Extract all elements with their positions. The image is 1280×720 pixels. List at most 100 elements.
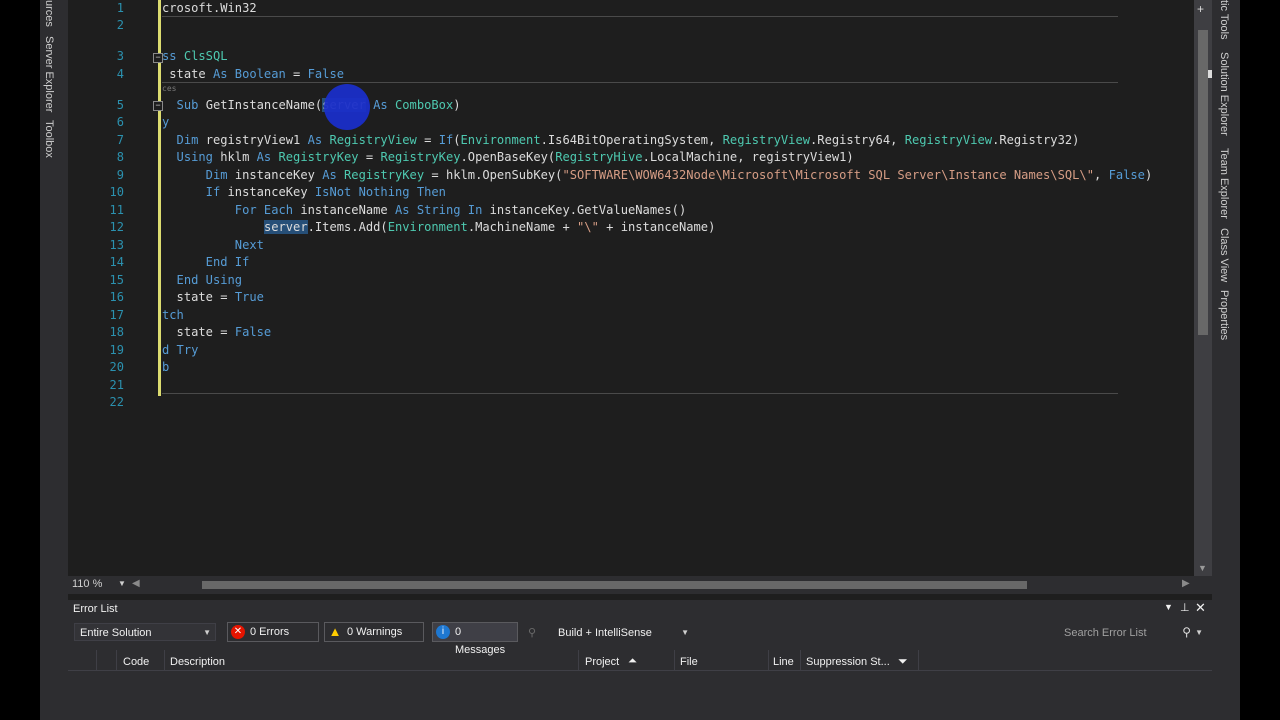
tab-toolbox[interactable]: Toolbox bbox=[43, 120, 55, 158]
line-number: 21 bbox=[109, 378, 124, 392]
code-line: ss ClsSQL bbox=[162, 49, 228, 63]
warnings-count: 0 Warnings bbox=[347, 626, 403, 638]
line-number: 22 bbox=[109, 395, 124, 409]
panel-menu-icon[interactable]: ▼ bbox=[1164, 602, 1173, 612]
info-icon: i bbox=[436, 625, 450, 639]
column-divider bbox=[578, 650, 579, 670]
column-code[interactable]: Code bbox=[123, 656, 149, 668]
column-line[interactable]: Line bbox=[773, 656, 794, 668]
code-line: server.Items.Add(Environment.MachineName… bbox=[263, 220, 716, 234]
sort-ascending-icon: ⏶ bbox=[628, 655, 637, 667]
column-project[interactable]: Project bbox=[585, 656, 619, 668]
visual-studio-window: urces Server Explorer Toolbox 1 2 3 4 5 … bbox=[40, 0, 1240, 720]
code-line: Using hklm As RegistryKey = RegistryKey.… bbox=[162, 150, 854, 164]
horizontal-scroll-thumb[interactable] bbox=[202, 581, 1027, 589]
scroll-down-icon[interactable]: ▼ bbox=[1198, 563, 1207, 573]
source-value: Build + IntelliSense bbox=[558, 627, 652, 639]
pin-icon[interactable]: ⊥ bbox=[1180, 601, 1190, 614]
code-line: For Each instanceName As String In insta… bbox=[162, 203, 687, 217]
scope-dropdown[interactable]: Entire Solution ▼ bbox=[74, 623, 216, 641]
column-divider bbox=[768, 650, 769, 670]
line-number: 20 bbox=[109, 360, 124, 374]
vertical-scroll-thumb[interactable] bbox=[1198, 30, 1208, 335]
search-placeholder: Search Error List bbox=[1064, 627, 1147, 639]
column-divider bbox=[674, 650, 675, 670]
code-line: tch bbox=[162, 308, 184, 322]
errors-filter-button[interactable]: ✕ 0 Errors bbox=[227, 622, 319, 642]
separator-line bbox=[162, 393, 1118, 394]
scroll-left-icon[interactable]: ◀ bbox=[132, 578, 140, 589]
line-number: 7 bbox=[116, 133, 124, 147]
code-line: crosoft.Win32 bbox=[162, 1, 257, 15]
column-suppression-state[interactable]: Suppression St... bbox=[806, 656, 890, 668]
tab-team-explorer[interactable]: Team Explorer bbox=[1218, 148, 1230, 219]
warnings-filter-button[interactable]: ▲ 0 Warnings bbox=[324, 622, 424, 642]
line-number: 4 bbox=[116, 67, 124, 81]
close-icon[interactable]: ✕ bbox=[1195, 600, 1206, 616]
code-line: Dim instanceKey As RegistryKey = hklm.Op… bbox=[162, 168, 1153, 182]
line-number: 11 bbox=[109, 203, 124, 217]
column-divider bbox=[164, 650, 165, 670]
tab-data-sources[interactable]: urces bbox=[43, 0, 55, 27]
column-description[interactable]: Description bbox=[170, 656, 225, 668]
chevron-down-icon: ▼ bbox=[681, 628, 689, 637]
line-number: 5 bbox=[116, 98, 124, 112]
source-dropdown[interactable]: Build + IntelliSense ▼ bbox=[552, 623, 694, 641]
code-line: state = False bbox=[162, 325, 272, 339]
code-line: d Try bbox=[162, 343, 199, 357]
vertical-scrollbar[interactable]: + ▼ bbox=[1194, 0, 1212, 576]
code-line: End Using bbox=[162, 273, 243, 287]
column-divider bbox=[800, 650, 801, 670]
line-number: 19 bbox=[109, 343, 124, 357]
separator-line bbox=[162, 16, 1118, 17]
line-number: 6 bbox=[116, 115, 124, 129]
column-file[interactable]: File bbox=[680, 656, 698, 668]
left-tool-strip: urces Server Explorer Toolbox bbox=[40, 0, 68, 720]
line-number: 14 bbox=[109, 255, 124, 269]
column-divider bbox=[116, 650, 117, 670]
line-number: 2 bbox=[116, 18, 124, 32]
line-number: 1 bbox=[116, 1, 124, 15]
column-divider bbox=[918, 650, 919, 670]
tab-server-explorer[interactable]: Server Explorer bbox=[43, 36, 55, 112]
warning-icon: ▲ bbox=[328, 624, 342, 639]
line-number: 12 bbox=[109, 220, 124, 234]
code-line: b bbox=[162, 360, 170, 374]
chevron-down-icon: ▼ bbox=[1195, 628, 1203, 637]
clear-filter-icon[interactable]: ⚲ bbox=[528, 626, 536, 639]
panel-title: Error List bbox=[73, 603, 118, 615]
code-line: Sub GetInstanceName(server As ComboBox) bbox=[162, 98, 461, 112]
error-list-panel: Error List ▼ ⊥ ✕ Entire Solution ▼ ✕ 0 E… bbox=[68, 600, 1212, 720]
line-number: 17 bbox=[109, 308, 124, 322]
editor-status-row: 110 % ▼ ◀ ▶ bbox=[68, 576, 1212, 594]
mouse-cursor-highlight bbox=[324, 84, 370, 130]
column-divider bbox=[96, 650, 97, 670]
code-line: Dim registryView1 As RegistryView = If(E… bbox=[162, 133, 1080, 147]
filter-icon[interactable]: ⏷ bbox=[898, 654, 908, 669]
zoom-level[interactable]: 110 % bbox=[72, 578, 102, 590]
line-number: 9 bbox=[116, 168, 124, 182]
scope-value: Entire Solution bbox=[80, 627, 152, 639]
line-number: 10 bbox=[109, 185, 124, 199]
split-add-icon[interactable]: + bbox=[1197, 2, 1204, 16]
tab-diagnostic-tools[interactable]: tic Tools bbox=[1218, 0, 1230, 40]
code-editor[interactable]: 1 2 3 4 5 6 7 8 9 10 11 12 13 14 15 16 1… bbox=[68, 0, 1194, 576]
search-error-list-input[interactable]: Search Error List ⚲ ▼ bbox=[1058, 623, 1206, 641]
code-line: state = True bbox=[162, 290, 264, 304]
code-line: End If bbox=[162, 255, 250, 269]
codelens-hint: ces bbox=[162, 84, 177, 93]
line-number: 13 bbox=[109, 238, 124, 252]
code-line: If instanceKey IsNot Nothing Then bbox=[162, 185, 446, 199]
line-number: 18 bbox=[109, 325, 124, 339]
zoom-dropdown-icon[interactable]: ▼ bbox=[118, 579, 126, 588]
code-line: Next bbox=[162, 238, 264, 252]
right-tool-strip: tic Tools Solution Explorer Team Explore… bbox=[1212, 0, 1240, 720]
line-number: 8 bbox=[116, 150, 124, 164]
tab-solution-explorer[interactable]: Solution Explorer bbox=[1218, 52, 1230, 136]
line-number: 15 bbox=[109, 273, 124, 287]
error-icon: ✕ bbox=[231, 625, 245, 639]
tab-class-view[interactable]: Class View bbox=[1218, 228, 1230, 282]
tab-properties[interactable]: Properties bbox=[1218, 290, 1230, 340]
scroll-right-icon[interactable]: ▶ bbox=[1182, 578, 1190, 589]
messages-filter-button[interactable]: i 0 Messages bbox=[432, 622, 518, 656]
